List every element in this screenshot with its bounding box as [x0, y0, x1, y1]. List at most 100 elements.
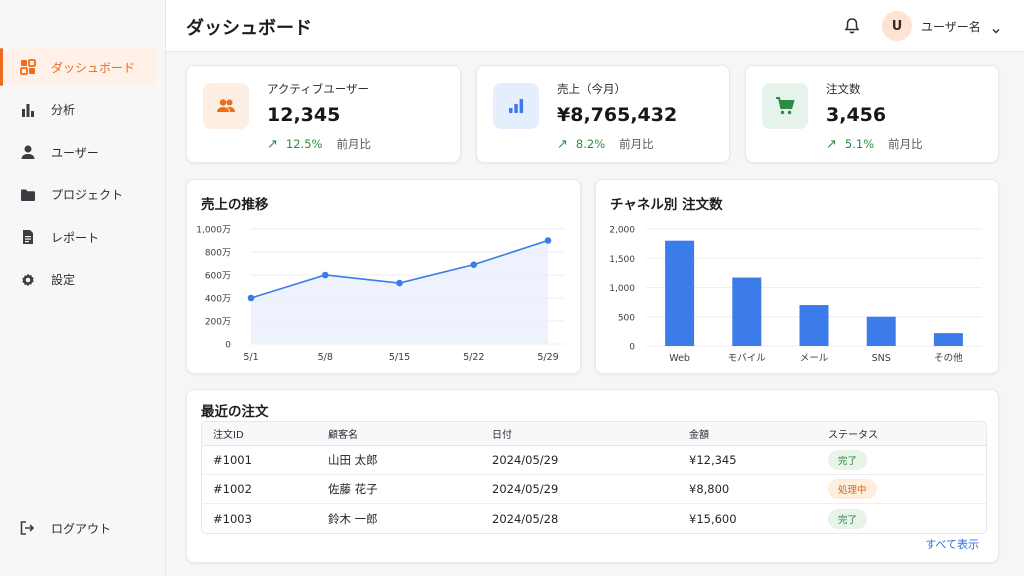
order-date: 2024/05/29 — [492, 482, 559, 496]
column-header: ステータス — [828, 430, 878, 441]
y-tick-label: 500 — [618, 313, 635, 323]
gear-icon — [19, 271, 36, 288]
table-row[interactable]: #1002 佐藤 花子 2024/05/29 ¥8,800 処理中 — [202, 475, 986, 504]
sidebar-item-label: 設定 — [51, 273, 76, 287]
stat-label: アクティブユーザー — [267, 82, 370, 96]
sidebar: ダッシュボード 分析 ユーザー プロジェクト レポート 設定 ログアウト — [0, 0, 166, 576]
column-header: 注文ID — [213, 430, 244, 441]
stat-value: ¥8,765,432 — [557, 104, 678, 126]
sidebar-item-label: レポート — [51, 230, 100, 245]
logout-label: ログアウト — [51, 522, 112, 536]
x-tick-label: Web — [669, 353, 690, 364]
view-all-link[interactable]: すべて表示 — [925, 536, 979, 552]
status-badge: 完了 — [828, 450, 868, 470]
sidebar-item-users[interactable]: ユーザー — [6, 133, 157, 171]
x-tick-label: SNS — [872, 353, 891, 364]
trend-up-icon: ↗ — [267, 136, 278, 152]
sidebar-item-dashboard[interactable]: ダッシュボード — [0, 48, 157, 86]
bar — [732, 277, 762, 346]
sidebar-item-reports[interactable]: レポート — [6, 218, 157, 256]
stat-value: 3,456 — [826, 104, 887, 126]
sidebar-item-label: ユーザー — [51, 145, 99, 160]
user-menu[interactable]: U ユーザー名 — [882, 11, 1001, 41]
data-point — [544, 237, 552, 244]
channel-orders-chart: 0 500 1,000 1,500 2,000 Web モバイル メール SNS その他 — [609, 226, 982, 364]
order-amount: ¥12,345 — [689, 453, 737, 467]
column-header: 金額 — [689, 430, 709, 441]
stat-delta-value: 12.5% — [285, 137, 323, 151]
x-tick-label: 5/15 — [389, 352, 410, 363]
logout-icon — [19, 520, 36, 537]
order-amount: ¥8,800 — [689, 482, 730, 496]
trend-up-icon: ↗ — [826, 136, 837, 152]
order-id: #1002 — [213, 482, 252, 496]
order-amount: ¥15,600 — [689, 511, 737, 526]
sales-trend-card: 売上の推移 0 200万 400万 600万 800万 1,000万 5/1 5/8 5/15 5… — [186, 179, 581, 374]
stat-card-orders: 注文数 3,456 ↗ 5.1% 前月比 — [745, 65, 999, 163]
y-tick-label: 1,000万 — [196, 226, 231, 236]
data-point — [247, 294, 255, 302]
table-row[interactable]: #1003 鈴木 一郎 2024/05/28 ¥15,600 完了 — [202, 504, 986, 533]
x-tick-label: 5/29 — [537, 352, 558, 363]
stat-label: 売上（今月） — [557, 82, 626, 96]
stat-delta: ↗ 8.2% 前月比 — [557, 136, 654, 152]
bar — [933, 333, 963, 346]
sidebar-item-analytics[interactable]: 分析 — [6, 91, 157, 129]
sales-area — [251, 240, 548, 344]
order-id: #1003 — [213, 511, 252, 526]
y-tick-label: 200万 — [205, 318, 231, 328]
order-id: #1001 — [213, 453, 252, 467]
customer-name: 鈴木 一郎 — [328, 511, 378, 526]
column-header: 日付 — [492, 430, 512, 441]
chevron-down-icon — [991, 21, 1001, 34]
dashboard-icon — [19, 59, 36, 76]
bar — [799, 305, 829, 346]
data-point — [396, 279, 403, 287]
bar — [665, 240, 695, 346]
cart-icon — [762, 83, 808, 129]
y-tick-label: 400万 — [205, 295, 231, 305]
order-date: 2024/05/28 — [492, 511, 559, 526]
bell-icon[interactable] — [842, 16, 862, 36]
bar-chart-icon — [493, 83, 539, 129]
x-tick-label: 5/22 — [463, 352, 484, 363]
sidebar-nav: ダッシュボード 分析 ユーザー プロジェクト レポート 設定 — [0, 48, 157, 303]
status-badge: 処理中 — [828, 479, 877, 499]
stat-compare: 前月比 — [888, 137, 923, 151]
customer-name: 佐藤 花子 — [328, 482, 378, 496]
sidebar-item-label: ダッシュボード — [51, 60, 136, 75]
x-tick-label: モバイル — [728, 353, 767, 364]
recent-orders-card: 最近の注文 注文ID 顧客名 日付 金額 ステータス #1001 山田 太郎 2… — [186, 389, 999, 563]
stat-compare: 前月比 — [619, 137, 654, 151]
y-tick-label: 800万 — [205, 249, 231, 259]
stat-label: 注文数 — [826, 82, 861, 96]
stat-delta: ↗ 5.1% 前月比 — [826, 136, 923, 152]
folder-icon — [19, 186, 36, 203]
user-icon — [19, 144, 36, 161]
y-tick-label: 0 — [225, 341, 231, 351]
x-tick-label: 5/8 — [318, 352, 333, 363]
page-title: ダッシュボード — [186, 18, 312, 39]
sidebar-item-settings[interactable]: 設定 — [6, 261, 157, 299]
table-row[interactable]: #1001 山田 太郎 2024/05/29 ¥12,345 完了 — [202, 446, 986, 475]
sidebar-item-projects[interactable]: プロジェクト — [6, 176, 157, 214]
stat-delta: ↗ 12.5% 前月比 — [267, 136, 371, 152]
y-tick-label: 0 — [629, 343, 635, 353]
sidebar-item-label: プロジェクト — [51, 188, 124, 202]
sidebar-item-label: 分析 — [51, 103, 76, 117]
orders-title: 最近の注文 — [201, 404, 269, 420]
users-icon — [203, 83, 249, 129]
logout-button[interactable]: ログアウト — [19, 520, 111, 537]
stat-card-active-users: アクティブユーザー 12,345 ↗ 12.5% 前月比 — [186, 65, 461, 163]
bar-chart-icon — [19, 101, 36, 118]
stat-compare: 前月比 — [336, 137, 371, 151]
trend-up-icon: ↗ — [557, 136, 568, 152]
sales-trend-chart: 0 200万 400万 600万 800万 1,000万 5/1 5/8 5/15 5/22 5/2… — [196, 226, 564, 363]
top-header: ダッシュボード U ユーザー名 — [166, 0, 1024, 52]
stat-card-sales: 売上（今月） ¥8,765,432 ↗ 8.2% 前月比 — [476, 65, 730, 163]
data-point — [321, 271, 329, 279]
x-tick-label: メール — [800, 353, 829, 364]
stat-delta-value: 8.2% — [575, 137, 606, 151]
bar — [866, 316, 896, 346]
y-tick-label: 1,500 — [609, 255, 635, 265]
